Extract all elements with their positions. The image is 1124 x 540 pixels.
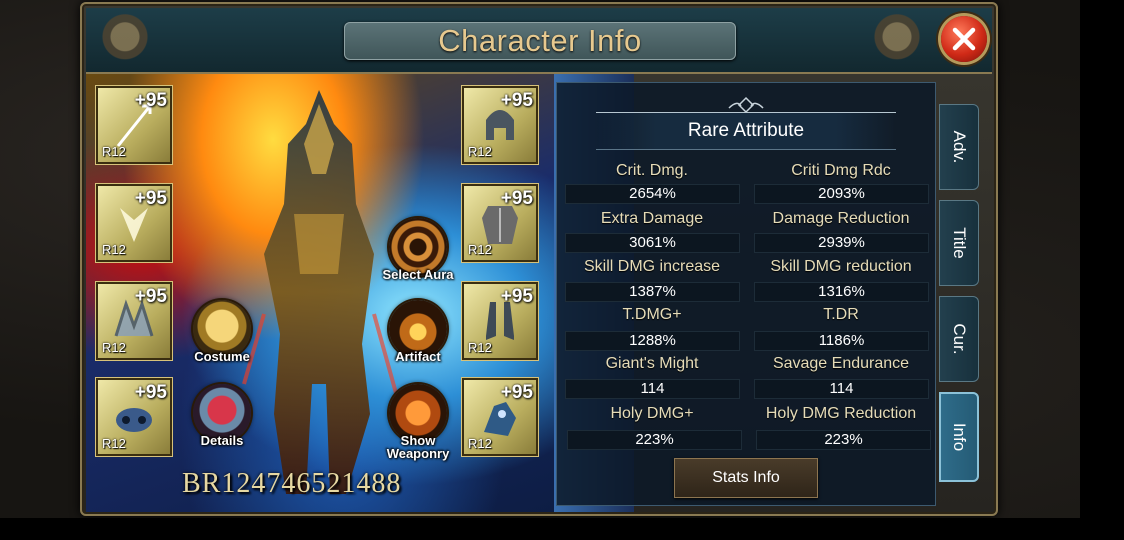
header-right-ornament: [862, 8, 932, 72]
stat-label: Extra Damage: [600, 210, 704, 227]
item-rank: R12: [102, 242, 126, 257]
screen-bottom-bar: [0, 518, 1124, 540]
equipment-slot-left-2[interactable]: +95 R12: [98, 186, 170, 260]
show-weaponry-label-2: Weaponry: [386, 446, 450, 461]
details-button[interactable]: Details: [186, 384, 258, 447]
equipment-slot-left-4[interactable]: +95 R12: [98, 380, 170, 454]
stat-value: 3061%: [565, 233, 740, 253]
costume-label: Costume: [194, 349, 250, 364]
equipment-slot-right-4[interactable]: +95 R12: [464, 380, 536, 454]
close-button[interactable]: [941, 16, 987, 62]
stat-value: 1387%: [565, 282, 740, 302]
stat-label: Holy DMG Reduction: [765, 405, 917, 422]
tab-info[interactable]: Info: [939, 392, 979, 482]
enhance-level: +95: [134, 286, 167, 307]
equipment-slot-left-3[interactable]: +95 R12: [98, 284, 170, 358]
stat-label: T.DR: [823, 306, 859, 323]
battle-rating: BR124746521488: [182, 468, 402, 499]
equipment-slot-left-1[interactable]: +95 R12: [98, 88, 170, 162]
stat-value: 1288%: [565, 331, 740, 351]
window-title: Character Info: [344, 22, 736, 60]
item-rank: R12: [102, 436, 126, 451]
enhance-level: +95: [500, 90, 533, 111]
tab-title-label: Title: [950, 227, 969, 259]
item-rank: R12: [468, 340, 492, 355]
details-label: Details: [200, 433, 244, 448]
character-portrait-area: +95 R12 +95 R12 +95 R12 +95 R12 +95 R12 …: [86, 74, 554, 512]
tab-title[interactable]: Title: [939, 200, 979, 286]
item-rank: R12: [468, 436, 492, 451]
stat-value: 1186%: [754, 331, 929, 351]
equipment-slot-right-3[interactable]: +95 R12: [464, 284, 536, 358]
enhance-level: +95: [500, 382, 533, 403]
stat-value: 1316%: [754, 282, 929, 302]
item-rank: R12: [102, 144, 126, 159]
enhance-level: +95: [500, 286, 533, 307]
tab-cur-label: Cur.: [950, 323, 969, 355]
show-weaponry-button[interactable]: Show Weaponry: [382, 384, 454, 460]
tab-cur[interactable]: Cur.: [939, 296, 979, 382]
item-rank: R12: [102, 340, 126, 355]
rare-attribute-panel: Rare Attribute Crit. Dmg. Criti Dmg Rdc …: [556, 82, 936, 506]
stat-label: Crit. Dmg.: [616, 162, 688, 179]
stat-label: Holy DMG+: [610, 405, 694, 422]
item-rank: R12: [468, 144, 492, 159]
stats-info-button[interactable]: Stats Info: [674, 458, 818, 498]
tab-adv[interactable]: Adv.: [939, 104, 979, 190]
select-aura-button[interactable]: Select Aura: [382, 218, 454, 281]
item-rank: R12: [468, 242, 492, 257]
stat-value: 223%: [756, 430, 931, 450]
equipment-slot-right-1[interactable]: +95 R12: [464, 88, 536, 162]
stat-label: Skill DMG increase: [583, 258, 721, 275]
tab-adv-label: Adv.: [950, 130, 969, 164]
header-left-ornament: [90, 8, 160, 72]
costume-button[interactable]: Costume: [186, 300, 258, 363]
tab-info-label: Info: [950, 422, 969, 452]
stat-value: 2939%: [754, 233, 929, 253]
artifact-label: Artifact: [395, 349, 441, 364]
equipment-slot-right-2[interactable]: +95 R12: [464, 186, 536, 260]
enhance-level: +95: [500, 188, 533, 209]
character-figure: [242, 90, 401, 494]
select-aura-label: Select Aura: [382, 267, 454, 282]
stat-label: Skill DMG reduction: [770, 258, 912, 275]
stat-value: 223%: [567, 430, 742, 450]
stat-label: Giant's Might: [605, 355, 699, 372]
stat-label: Criti Dmg Rdc: [791, 162, 891, 179]
stat-value: 114: [565, 379, 740, 399]
stat-label: Savage Endurance: [772, 355, 910, 372]
stat-value: 2093%: [754, 184, 929, 204]
close-icon: [952, 27, 976, 51]
character-info-window: Character Info +95 R12 +95 R12 +95 R12 +…: [80, 2, 998, 516]
stat-value: 2654%: [565, 184, 740, 204]
stat-label: T.DMG+: [622, 306, 682, 323]
enhance-level: +95: [134, 90, 167, 111]
stat-value: 114: [754, 379, 929, 399]
artifact-button[interactable]: Artifact: [382, 300, 454, 363]
window-header: Character Info: [86, 8, 992, 74]
stat-label: Damage Reduction: [772, 210, 910, 227]
enhance-level: +95: [134, 188, 167, 209]
rare-attribute-title: Rare Attribute: [596, 112, 896, 150]
enhance-level: +95: [134, 382, 167, 403]
